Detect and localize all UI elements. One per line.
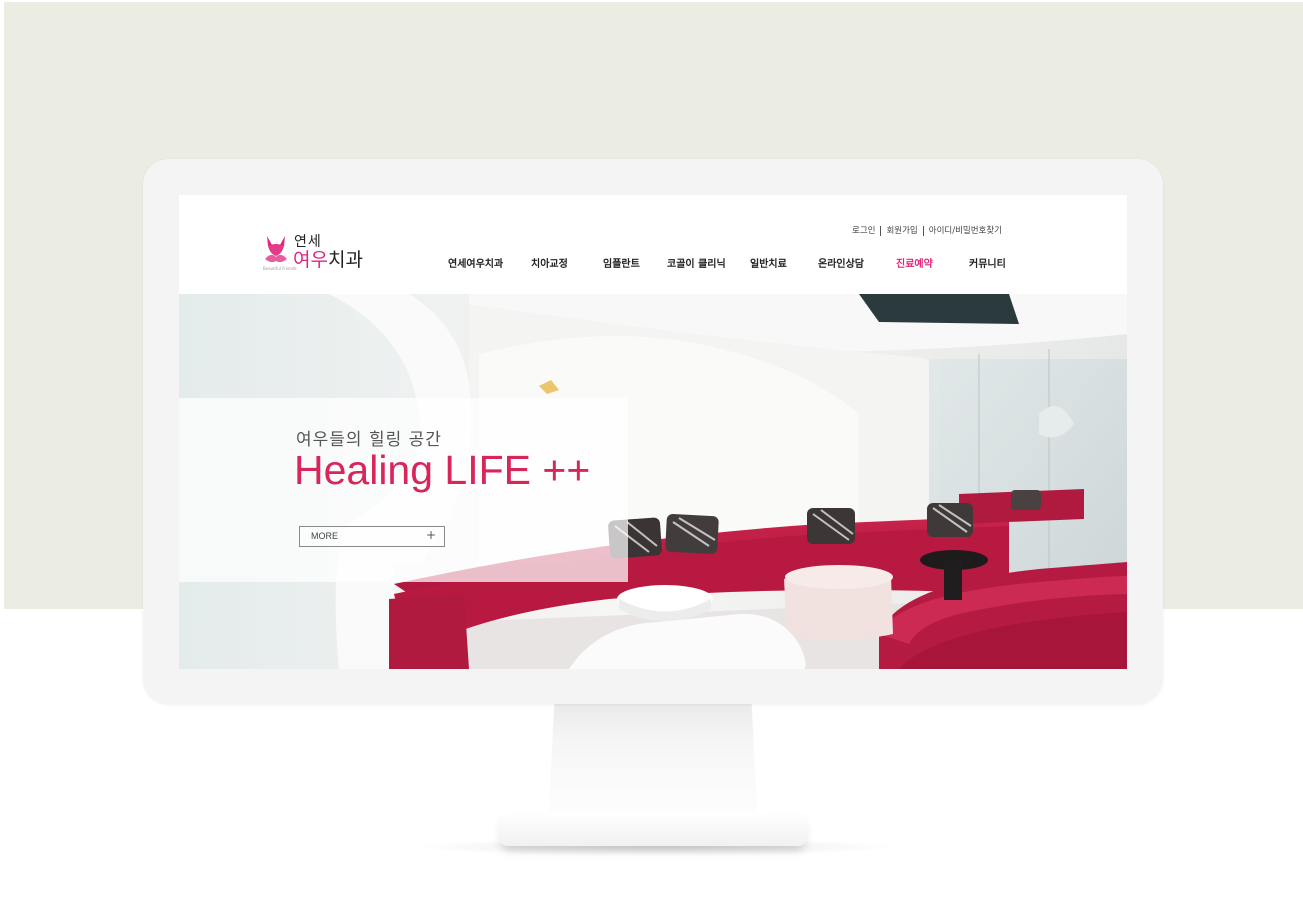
- nav-item-orthodontics[interactable]: 치아교정: [531, 255, 568, 270]
- main-nav: 연세여우치과 치아교정 임플란트 코골이 클리닉 일반치료 온라인상담 진료예약…: [179, 255, 1127, 271]
- signup-link[interactable]: 회원가입: [886, 224, 917, 236]
- hero-banner: 여우들의 힐링 공간 Healing LIFE ++ MORE +: [179, 294, 1127, 669]
- monitor-stand-base: [498, 812, 808, 846]
- monitor-screen: 연세 여우치과 Beautiful Friends 로그인 회원가입 아이디/비밀번…: [179, 195, 1127, 669]
- util-divider: [922, 225, 924, 236]
- nav-item-community[interactable]: 커뮤니티: [969, 255, 1006, 270]
- nav-item-online-consult[interactable]: 온라인상담: [818, 255, 864, 270]
- hero-title: Healing LIFE ++: [294, 447, 591, 493]
- monitor-stand-neck: [548, 704, 758, 829]
- plus-icon: +: [425, 528, 436, 542]
- login-link[interactable]: 로그인: [852, 224, 875, 236]
- nav-item-implant[interactable]: 임플란트: [603, 255, 640, 270]
- find-account-link[interactable]: 아이디/비밀번호찾기: [929, 224, 1002, 236]
- nav-item-clinic[interactable]: 연세여우치과: [448, 255, 503, 270]
- more-button[interactable]: MORE +: [299, 526, 445, 547]
- site-header: 연세 여우치과 Beautiful Friends 로그인 회원가입 아이디/비밀번…: [179, 195, 1127, 294]
- nav-item-general-treatment[interactable]: 일반치료: [750, 255, 787, 270]
- nav-item-snoring-clinic[interactable]: 코골이 클리닉: [667, 255, 726, 270]
- nav-item-reservation[interactable]: 진료예약: [896, 255, 933, 270]
- more-button-label: MORE: [311, 531, 338, 541]
- util-links: 로그인 회원가입 아이디/비밀번호찾기: [852, 224, 1002, 236]
- util-divider: [880, 225, 882, 236]
